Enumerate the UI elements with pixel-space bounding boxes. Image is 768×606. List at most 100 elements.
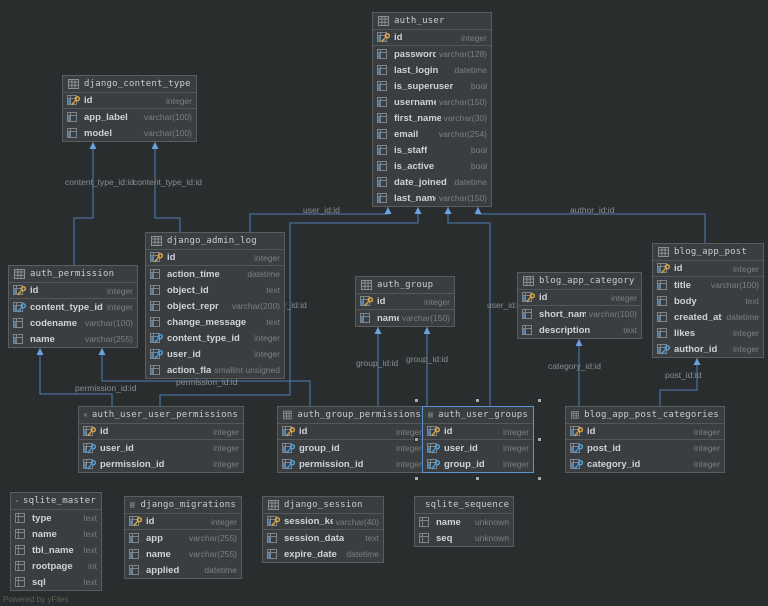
column-row: user_idinteger xyxy=(79,440,243,456)
table-django-content-type[interactable]: django_content_type idinteger app_labelv… xyxy=(62,75,197,142)
column-row: is_superuserbool xyxy=(373,78,491,94)
table-header[interactable]: auth_user xyxy=(373,13,491,30)
table-name: django_session xyxy=(284,500,363,510)
table-header[interactable]: auth_user_groups xyxy=(423,407,533,424)
selection-handle[interactable] xyxy=(537,476,542,481)
table-blog-app-post-categories[interactable]: blog_app_post_categories idinteger post_… xyxy=(565,406,725,473)
column-name: id xyxy=(84,95,92,106)
table-header[interactable]: auth_user_user_permissions xyxy=(79,407,243,424)
er-diagram-canvas[interactable]: Powered by yFiles content_type_id:idcont… xyxy=(0,0,768,606)
table-header[interactable]: auth_group_permissions xyxy=(278,407,426,424)
edge-label: content_type_id:id xyxy=(65,177,134,187)
selection-handle[interactable] xyxy=(414,476,419,481)
column-type: bool xyxy=(471,81,487,91)
table-header[interactable]: django_migrations xyxy=(125,497,241,514)
column-type: integer xyxy=(211,517,237,527)
primary-key-icon xyxy=(83,426,97,437)
table-header[interactable]: blog_app_category xyxy=(518,273,641,290)
table-name: blog_app_category xyxy=(539,276,635,286)
column-row: object_idtext xyxy=(146,282,284,298)
table-auth-user[interactable]: auth_user idinteger passwordvarchar(128)… xyxy=(372,12,492,207)
column-type: text xyxy=(83,529,97,539)
table-header[interactable]: auth_permission xyxy=(9,266,137,283)
table-name: auth_permission xyxy=(30,269,114,279)
yfiles-watermark: Powered by yFiles xyxy=(3,595,68,604)
column-name: change_message xyxy=(167,317,246,328)
table-header[interactable]: auth_group xyxy=(356,277,454,294)
selection-handle[interactable] xyxy=(414,437,419,442)
table-sqlite-master[interactable]: sqlite_master typetext nametext tbl_name… xyxy=(10,492,102,591)
table-auth-user-user-permissions[interactable]: auth_user_user_permissions idinteger use… xyxy=(78,406,244,473)
primary-key-icon xyxy=(282,426,296,437)
table-icon xyxy=(268,500,279,510)
column-row: namevarchar(255) xyxy=(9,331,137,347)
table-auth-permission[interactable]: auth_permission idinteger content_type_i… xyxy=(8,265,138,348)
foreign-key-icon xyxy=(282,443,296,454)
table-icon xyxy=(14,269,25,279)
column-name: id xyxy=(394,32,402,43)
column-row: likesinteger xyxy=(653,325,763,341)
edge-label: author_id:id xyxy=(570,205,614,215)
column-type: varchar(150) xyxy=(439,193,487,203)
column-name: last_name xyxy=(394,193,436,204)
arrowhead-icon xyxy=(375,327,382,334)
column-row: post_idinteger xyxy=(566,440,724,456)
table-header[interactable]: sqlite_sequence xyxy=(415,497,513,514)
relationship-edge[interactable] xyxy=(74,142,93,265)
selection-handle[interactable] xyxy=(475,476,480,481)
column-type: bool xyxy=(471,145,487,155)
table-name: django_migrations xyxy=(140,500,236,510)
column-name: author_id xyxy=(674,344,717,355)
table-header[interactable]: sqlite_master xyxy=(11,493,101,510)
relationship-edge[interactable] xyxy=(660,358,697,406)
column-name: date_joined xyxy=(394,177,447,188)
table-auth-group-permissions[interactable]: auth_group_permissions idinteger group_i… xyxy=(277,406,427,473)
table-auth-user-groups[interactable]: auth_user_groups idinteger user_idintege… xyxy=(422,406,534,473)
selection-handle[interactable] xyxy=(537,437,542,442)
column-icon xyxy=(377,65,391,76)
column-type: integer xyxy=(107,302,133,312)
column-name: id xyxy=(587,426,595,437)
column-icon xyxy=(377,161,391,172)
table-django-admin-log[interactable]: django_admin_log idinteger action_timeda… xyxy=(145,232,285,379)
table-django-migrations[interactable]: django_migrations idinteger appvarchar(2… xyxy=(124,496,242,579)
table-icon xyxy=(523,276,534,286)
foreign-key-icon xyxy=(427,443,441,454)
column-name: object_id xyxy=(167,285,209,296)
table-header[interactable]: django_session xyxy=(263,497,383,514)
selection-handle[interactable] xyxy=(537,398,542,403)
table-header[interactable]: blog_app_post xyxy=(653,244,763,261)
table-header[interactable]: django_admin_log xyxy=(146,233,284,250)
selection-handle[interactable] xyxy=(414,398,419,403)
table-auth-group[interactable]: auth_group idinteger namevarchar(150) xyxy=(355,276,455,327)
column-name: user_id xyxy=(444,443,478,454)
column-row: typetext xyxy=(11,510,101,526)
table-icon xyxy=(571,410,579,420)
column-name: id xyxy=(539,292,547,303)
column-row: idinteger xyxy=(278,424,426,440)
column-icon xyxy=(657,312,671,323)
table-django-session[interactable]: django_session session_keyvarchar(40) se… xyxy=(262,496,384,563)
column-icon xyxy=(657,280,671,291)
column-type: varchar(40) xyxy=(336,517,379,527)
arrowhead-icon xyxy=(415,207,422,214)
column-type: varchar(200) xyxy=(232,301,280,311)
column-type: datetime xyxy=(204,565,237,575)
table-blog-app-post[interactable]: blog_app_post idinteger titlevarchar(100… xyxy=(652,243,764,358)
relationship-edge[interactable] xyxy=(155,142,180,232)
column-type: datetime xyxy=(454,177,487,187)
column-row: content_type_idinteger xyxy=(9,299,137,315)
column-type: smallint unsigned xyxy=(214,365,280,375)
table-header[interactable]: blog_app_post_categories xyxy=(566,407,724,424)
column-type: integer xyxy=(611,293,637,303)
table-sqlite-sequence[interactable]: sqlite_sequence nameunknown sequnknown xyxy=(414,496,514,547)
table-blog-app-category[interactable]: blog_app_category idinteger short_nameva… xyxy=(517,272,642,339)
foreign-key-icon xyxy=(83,459,97,470)
relationship-edge[interactable] xyxy=(40,348,112,406)
column-row: idinteger xyxy=(566,424,724,440)
column-type: varchar(150) xyxy=(439,97,487,107)
column-row: sequnknown xyxy=(415,530,513,546)
table-header[interactable]: django_content_type xyxy=(63,76,196,93)
table-name: django_content_type xyxy=(84,79,191,89)
selection-handle[interactable] xyxy=(475,398,480,403)
